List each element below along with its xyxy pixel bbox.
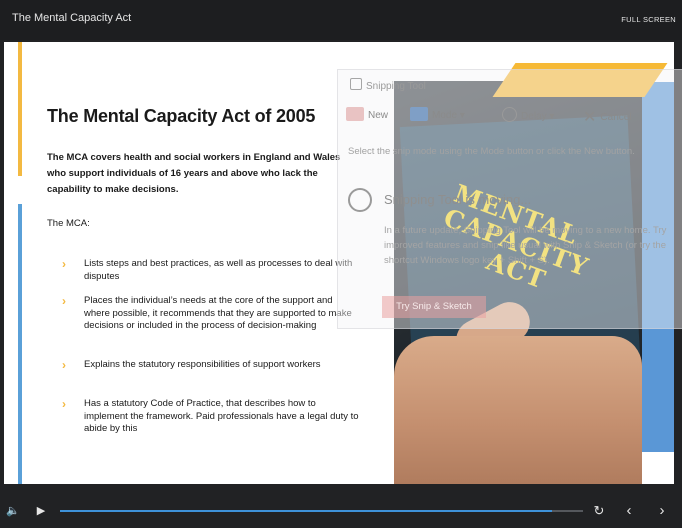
- course-title: The Mental Capacity Act: [12, 12, 132, 24]
- chevron-right-icon: ›: [62, 294, 66, 308]
- accent-bar-yellow: [18, 42, 22, 176]
- chevron-right-icon: ›: [62, 397, 66, 411]
- snipping-tool-title: Snipping Tool: [366, 81, 426, 92]
- progress-fill: [60, 510, 552, 512]
- player-controls: 🔈 ▶ ↻ ‹ ›: [0, 494, 682, 528]
- list-item-text: Explains the statutory responsibilities …: [84, 359, 321, 370]
- replay-icon[interactable]: ↻: [590, 502, 608, 520]
- delay-label: Delay: [521, 111, 547, 122]
- try-snip-sketch-button[interactable]: Try Snip & Sketch: [382, 296, 486, 318]
- mode-label: Mode: [432, 110, 458, 121]
- speaker-icon[interactable]: 🔈: [4, 502, 22, 520]
- new-snip-button[interactable]: New: [346, 107, 388, 121]
- scissors-icon: [350, 78, 362, 90]
- fullscreen-button[interactable]: FULL SCREEN: [621, 15, 676, 24]
- list-item-text: Places the individual’s needs at the cor…: [84, 295, 352, 331]
- chevron-left-icon[interactable]: ‹: [620, 502, 638, 520]
- list-item-text: Lists steps and best practices, as well …: [84, 258, 353, 282]
- clock-icon: [502, 107, 517, 122]
- mode-icon: [410, 107, 428, 121]
- player-topbar: The Mental Capacity Act FULL SCREEN: [0, 0, 682, 40]
- chevron-right-icon: ›: [62, 358, 66, 372]
- play-icon[interactable]: ▶: [32, 502, 50, 520]
- mode-button[interactable]: Mode ▾: [410, 107, 465, 121]
- info-icon: [348, 188, 372, 212]
- delay-button[interactable]: Delay ▾: [502, 107, 554, 122]
- close-icon: ✕: [583, 109, 597, 126]
- cancel-label: Cancel: [600, 112, 632, 123]
- list-label: The MCA:: [47, 218, 90, 229]
- snip-moving-heading: Snipping Tool is moving...: [384, 192, 532, 207]
- snipping-tool-titlebar: Snipping Tool: [350, 78, 426, 92]
- snip-help-text: Select the snip mode using the Mode butt…: [348, 146, 635, 157]
- progress-track[interactable]: [60, 510, 583, 512]
- cancel-button[interactable]: ✕ Cancel: [583, 107, 632, 127]
- chevron-right-icon: ›: [62, 257, 66, 271]
- snip-body-text: In a future update, Snipping Tool will b…: [384, 225, 667, 266]
- slide-title: The Mental Capacity Act of 2005: [47, 106, 316, 126]
- new-snip-icon: [346, 107, 364, 121]
- hands: [394, 336, 642, 484]
- new-snip-label: New: [368, 110, 389, 121]
- slide-intro: The MCA covers health and social workers…: [47, 152, 341, 195]
- list-item-text: Has a statutory Code of Practice, that d…: [84, 398, 359, 434]
- accent-bar-blue: [18, 204, 22, 484]
- chevron-right-icon[interactable]: ›: [653, 502, 671, 520]
- snipping-tool-window: Snipping Tool New Mode ▾ Delay ▾ ✕ Cancel…: [337, 69, 682, 329]
